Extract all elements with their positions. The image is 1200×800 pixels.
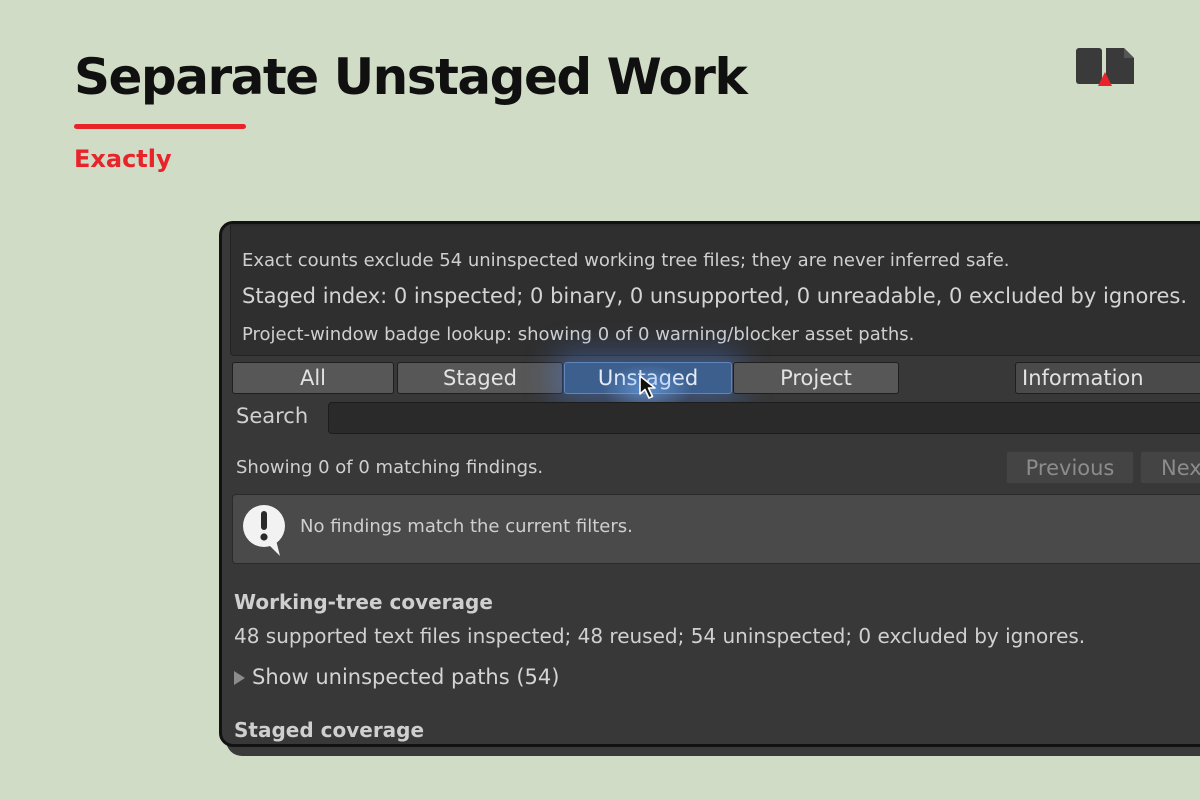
- severity-dropdown[interactable]: Information: [1015, 362, 1200, 394]
- staged-index-summary: Staged index: 0 inspected; 0 binary, 0 u…: [242, 284, 1188, 308]
- show-uninspected-foldout[interactable]: Show uninspected paths (54): [252, 665, 559, 689]
- slide-subtitle: Exactly: [74, 145, 172, 173]
- results-summary: Showing 0 of 0 matching findings.: [236, 457, 544, 478]
- slide-title: Separate Unstaged Work: [74, 48, 748, 106]
- working-tree-heading: Working-tree coverage: [234, 590, 493, 614]
- mouse-cursor-icon: [639, 375, 656, 399]
- tab-staged[interactable]: Staged: [397, 362, 563, 394]
- empty-state-text: No findings match the current filters.: [300, 516, 633, 537]
- next-button-label: Next: [1161, 455, 1200, 480]
- brand-logo-icon: [1076, 48, 1134, 86]
- staged-coverage-heading: Staged coverage: [234, 718, 425, 742]
- tab-all-label: All: [299, 366, 327, 390]
- tab-staged-label: Staged: [442, 366, 517, 390]
- previous-button[interactable]: Previous: [1006, 451, 1134, 484]
- tab-project[interactable]: Project: [733, 362, 899, 394]
- audit-panel: Exact counts exclude 54 uninspected work…: [219, 221, 1200, 747]
- tab-all[interactable]: All: [232, 362, 394, 394]
- severity-dropdown-value: Information: [1022, 366, 1144, 390]
- title-underline: [74, 124, 246, 129]
- foldout-arrow-icon[interactable]: [232, 670, 246, 686]
- next-button[interactable]: Next: [1140, 451, 1200, 484]
- working-tree-summary: 48 supported text files inspected; 48 re…: [234, 624, 1086, 648]
- search-label: Search: [236, 404, 309, 428]
- badge-lookup-summary: Project-window badge lookup: showing 0 o…: [242, 324, 915, 345]
- tab-project-label: Project: [780, 366, 852, 390]
- exact-counts-note: Exact counts exclude 54 uninspected work…: [242, 250, 1010, 271]
- clipped-line: [230, 224, 1200, 226]
- alert-speech-bubble-icon: [243, 505, 285, 556]
- previous-button-label: Previous: [1025, 455, 1115, 480]
- search-input[interactable]: [328, 402, 1200, 434]
